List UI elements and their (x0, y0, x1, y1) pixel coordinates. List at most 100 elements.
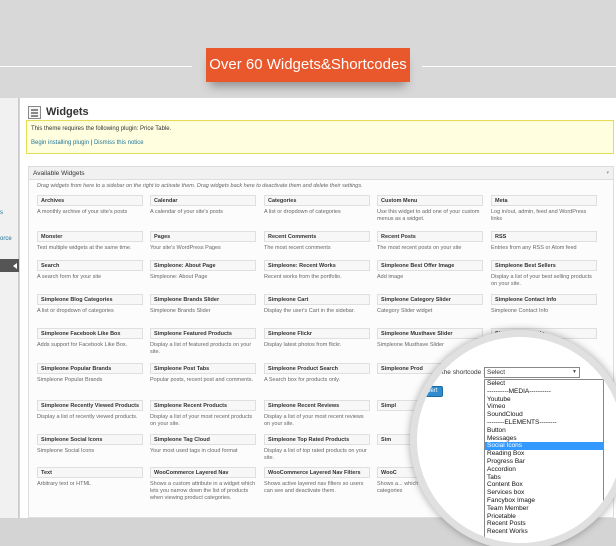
shortcode-option[interactable]: Messages (485, 435, 603, 443)
widget-item[interactable]: Simpleone Recent Reviews Display a list o… (264, 400, 370, 428)
shortcode-option[interactable]: Social Icons (485, 442, 603, 451)
shortcode-option[interactable]: Services box (485, 489, 603, 497)
widget-item[interactable]: WooCommerce Layered Nav Filters Shows act… (264, 467, 370, 495)
shortcode-option[interactable]: Team Member (485, 505, 603, 513)
widget-item[interactable]: Simpleone Top Rated Products Display a li… (264, 434, 370, 462)
widget-item[interactable]: Recent Posts The most recent posts on you… (377, 231, 483, 252)
widget-item[interactable]: Simpleone Social Icons Simpleone Social I… (37, 434, 143, 455)
widget-item[interactable]: Simpleone Cart Display the user's Cart in… (264, 294, 370, 315)
widget-title[interactable]: Meta (491, 195, 597, 206)
widget-title[interactable]: Simpleone Best Sellers (491, 260, 597, 271)
widget-item[interactable]: Simpleone Brands Slider Simpleone Brands … (150, 294, 256, 315)
widget-item[interactable]: Categories A list or dropdown of categori… (264, 195, 370, 216)
shortcode-option[interactable]: Progress Bar (485, 458, 603, 466)
widget-title[interactable]: Calendar (150, 195, 256, 206)
widget-item[interactable]: Simpleone Tag Cloud Your most used tags i… (150, 434, 256, 455)
shortcode-option[interactable]: SoundCloud (485, 411, 603, 419)
widget-title[interactable]: Simpleone Post Tabs (150, 363, 256, 374)
shortcode-select[interactable]: Select ▼ (484, 367, 580, 378)
widget-item[interactable]: Search A search form for your site (37, 260, 143, 281)
dismiss-notice-link[interactable]: Dismiss this notice (94, 140, 144, 146)
widget-item[interactable]: Recent Comments The most recent comments (264, 231, 370, 252)
shortcode-options-list[interactable]: Select ----------MEDIA---------- Youtube Vi… (484, 379, 604, 543)
panel-header[interactable]: Available Widgets ▾ (29, 167, 613, 180)
sidebar-link[interactable]: orce (0, 236, 12, 242)
widget-title[interactable]: Simpleone Top Rated Products (264, 434, 370, 445)
insert-button[interactable]: Insert (417, 386, 443, 397)
widget-item[interactable]: WooCommerce Layered Nav Shows a custom at… (150, 467, 256, 502)
widget-title[interactable]: Monster (37, 231, 143, 242)
widget-title[interactable]: Search (37, 260, 143, 271)
shortcode-option[interactable]: Button (485, 427, 603, 435)
widget-title[interactable]: Simpleone Recently Viewed Products (37, 400, 143, 411)
widget-title[interactable]: Simpleone: About Page (150, 260, 256, 271)
collapse-arrow-icon[interactable]: ▾ (606, 170, 609, 176)
widget-item[interactable]: Monster Test multiple widgets at the same… (37, 231, 143, 252)
sidebar-link[interactable]: s (0, 210, 3, 216)
widget-title[interactable]: WooCommerce Layered Nav Filters (264, 467, 370, 478)
widget-title[interactable]: Simpleone Category Slider (377, 294, 483, 305)
widget-item[interactable]: Simpleone Featured Products Display a lis… (150, 328, 256, 356)
widget-title[interactable]: Simpleone Featured Products (150, 328, 256, 339)
widget-item[interactable]: Pages Your site's WordPress Pages (150, 231, 256, 252)
widget-item[interactable]: Simpleone: Recent Works Recent works from… (264, 260, 370, 281)
widget-title[interactable]: Simpleone Flickr (264, 328, 370, 339)
widget-item[interactable]: Simpleone Contact Info Simpleone Contact … (491, 294, 597, 315)
widget-title[interactable]: Simpleone Musthave Slider (377, 328, 483, 339)
widget-title[interactable]: Categories (264, 195, 370, 206)
widget-title[interactable]: Simpleone Product Search (264, 363, 370, 374)
shortcode-option[interactable]: Pricetable (485, 513, 603, 521)
widget-title[interactable]: Simpleone Best Offer Image (377, 260, 483, 271)
shortcode-option[interactable]: Recent Posts (485, 520, 603, 528)
widget-title[interactable]: Simpleone Brands Slider (150, 294, 256, 305)
widget-title[interactable]: Custom Menu (377, 195, 483, 206)
widget-item[interactable]: Custom Menu Use this widget to add one of… (377, 195, 483, 223)
widget-title[interactable]: Simpleone Tag Cloud (150, 434, 256, 445)
widget-title[interactable]: Simpleone Blog Categories (37, 294, 143, 305)
shortcode-option[interactable]: Fancybox Image (485, 497, 603, 505)
shortcode-option[interactable]: --------ELEMENTS-------- (485, 419, 603, 427)
widget-item[interactable]: Simpleone Category Slider Category Slider… (377, 294, 483, 315)
widget-title[interactable]: Simpleone Contact Info (491, 294, 597, 305)
widget-title[interactable]: WooCommerce Layered Nav (150, 467, 256, 478)
shortcode-option[interactable]: Vimeo (485, 403, 603, 411)
widget-item[interactable]: Simpleone Recent Products Display a list … (150, 400, 256, 428)
widget-title[interactable]: Simpleone Recent Reviews (264, 400, 370, 411)
install-plugin-link[interactable]: Begin installing plugin (31, 140, 89, 146)
widget-title[interactable]: Simpleone Cart (264, 294, 370, 305)
widget-item[interactable]: Simpleone Recently Viewed Products Displa… (37, 400, 143, 421)
shortcode-option[interactable]: Reading Box (485, 450, 603, 458)
widget-item[interactable]: Calendar A calendar of your site's posts (150, 195, 256, 216)
widget-title[interactable]: RSS (491, 231, 597, 242)
widget-item[interactable]: Simpleone Best Offer Image Add image (377, 260, 483, 281)
widget-item[interactable]: Simpleone: About Page Simpleone: About Pa… (150, 260, 256, 281)
widget-item[interactable]: Simpleone Product Search A Search box for… (264, 363, 370, 384)
widget-item[interactable]: Simpleone Popular Brands Simpleone Popula… (37, 363, 143, 384)
shortcode-option[interactable]: Youtube (485, 396, 603, 404)
widget-title[interactable]: Pages (150, 231, 256, 242)
shortcode-option[interactable]: ----------MEDIA---------- (485, 388, 603, 396)
widget-title[interactable]: Simpleone Popular Brands (37, 363, 143, 374)
widget-title[interactable]: Archives (37, 195, 143, 206)
widget-item[interactable]: Simpleone Best Sellers Display a list of … (491, 260, 597, 288)
widget-title[interactable]: Simpleone Recent Products (150, 400, 256, 411)
widget-item[interactable]: Simpleone Facebook Like Box Adds support … (37, 328, 143, 349)
widget-title[interactable]: Simpleone Facebook Like Box (37, 328, 143, 339)
widget-title[interactable]: Recent Posts (377, 231, 483, 242)
widget-item[interactable]: Archives A monthly archive of your site's… (37, 195, 143, 216)
widget-title[interactable]: Recent Comments (264, 231, 370, 242)
shortcode-option[interactable]: Content Box (485, 481, 603, 489)
widget-item[interactable]: RSS Entries from any RSS or Atom feed (491, 231, 597, 252)
widget-title[interactable]: Text (37, 467, 143, 478)
widget-item[interactable]: Meta Log in/out, admin, feed and WordPres… (491, 195, 597, 223)
widget-title[interactable]: Simpleone Social Icons (37, 434, 143, 445)
widget-item[interactable]: Text Arbitrary text or HTML (37, 467, 143, 488)
widget-item[interactable]: Simpleone Post Tabs Popular posts, recent… (150, 363, 256, 384)
shortcode-option[interactable]: Accordion (485, 466, 603, 474)
widget-item[interactable]: Simpleone Flickr Display latest photos fr… (264, 328, 370, 349)
widget-item[interactable]: Simpleone Blog Categories A list or dropd… (37, 294, 143, 315)
shortcode-option[interactable]: Recent Works (485, 528, 603, 536)
widget-title[interactable]: Simpleone: Recent Works (264, 260, 370, 271)
shortcode-option[interactable]: Select (485, 380, 603, 388)
shortcode-option[interactable]: Tabs (485, 474, 603, 482)
